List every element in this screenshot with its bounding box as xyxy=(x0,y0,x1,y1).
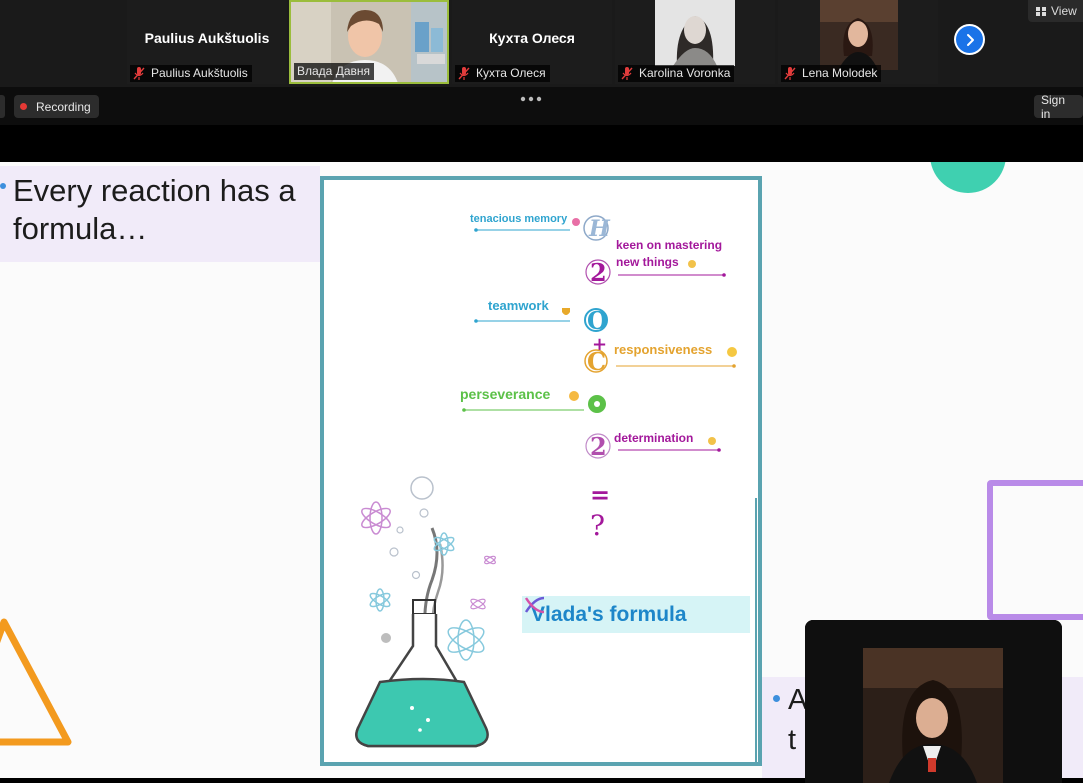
trait-responsiveness: responsiveness xyxy=(614,342,713,357)
recording-indicator[interactable]: Recording xyxy=(14,95,99,118)
grid-view-icon xyxy=(1036,6,1046,16)
participant-tile[interactable]: Кухта Олеся Кухта Олеся xyxy=(452,0,612,84)
participant-name: Кухта Олеся xyxy=(489,30,575,46)
trait-perseverance: perseverance xyxy=(460,386,551,402)
decorative-teal-circle xyxy=(930,162,1006,193)
formula-symbol-h: H xyxy=(588,216,611,242)
trait-determination: determination xyxy=(614,431,694,445)
participant-label-text: Влада Давня xyxy=(297,64,370,78)
slide-heading-box: Every reaction has a formula… xyxy=(0,166,320,262)
participant-label: Кухта Олеся xyxy=(455,65,550,82)
more-horizontal-icon[interactable] xyxy=(520,95,542,102)
participant-label: Влада Давня xyxy=(294,63,374,80)
recording-label: Recording xyxy=(36,99,91,114)
sign-in-button[interactable]: Sign in xyxy=(1034,92,1083,121)
speaker-video-feed xyxy=(805,620,1062,783)
sign-in-label: Sign in xyxy=(1041,92,1066,121)
trait-teamwork: teamwork xyxy=(488,298,549,313)
meeting-toolbar: Recording Sign in xyxy=(0,87,1083,125)
participant-label: Karolina Voronka xyxy=(618,65,735,82)
mic-muted-icon xyxy=(458,67,470,80)
participant-label: Paulius Aukštuolis xyxy=(130,65,252,82)
decorative-orange-triangle xyxy=(0,618,72,746)
participant-gallery: Paulius Aukštuolis Paulius Aukštuolis Вл… xyxy=(0,0,1083,87)
participant-label: Lena Molodek xyxy=(781,65,882,82)
mic-muted-icon xyxy=(784,67,796,80)
trait-tenacious-memory: tenacious memory xyxy=(470,213,568,225)
toolbar-edge-control[interactable] xyxy=(0,95,5,118)
participant-label-text: Karolina Voronka xyxy=(639,66,731,80)
poster-title: Vlada's formula xyxy=(522,596,750,633)
formula-symbol-2b: 2 xyxy=(590,432,607,461)
view-button[interactable]: View xyxy=(1028,0,1083,22)
participant-label-text: Paulius Aukštuolis xyxy=(151,66,248,80)
formula-symbol-equals: = xyxy=(590,480,610,509)
active-speaker-video[interactable] xyxy=(805,620,1062,783)
formula-symbol-o: O xyxy=(587,306,608,335)
bullet-icon xyxy=(773,695,780,702)
formula-symbol-question: ? xyxy=(590,509,605,542)
mic-muted-icon xyxy=(133,67,145,80)
participant-tile[interactable]: Paulius Aukštuolis Paulius Aukštuolis xyxy=(127,0,287,84)
chevron-right-icon xyxy=(966,33,974,46)
formula-symbol-2: 2 xyxy=(590,258,607,287)
formula-symbol-c: C xyxy=(587,347,606,376)
participant-tile-active-speaker[interactable]: Влада Давня xyxy=(289,0,449,84)
zoom-meeting-window: Paulius Aukštuolis Paulius Aukštuolis Вл… xyxy=(0,0,1083,783)
participant-label-text: Кухта Олеся xyxy=(476,66,546,80)
view-button-label: View xyxy=(1051,4,1077,18)
screen-share-top-gap xyxy=(0,125,1083,162)
participant-tile[interactable]: Lena Molodek xyxy=(778,0,938,84)
decorative-purple-frame xyxy=(987,480,1083,620)
trait-keen-on-mastering: keen on mastering new things xyxy=(616,238,723,269)
poster-title-text: Vlada's formula xyxy=(531,602,687,626)
formula-poster: H 2 O + C 2 = ? tenacious memory keen on… xyxy=(320,176,762,766)
gallery-next-button[interactable] xyxy=(954,24,985,55)
flask-illustration xyxy=(355,476,496,748)
mic-muted-icon xyxy=(621,67,633,80)
recording-dot-icon xyxy=(20,103,27,110)
bullet-icon xyxy=(0,183,6,189)
slide-heading: Every reaction has a formula… xyxy=(13,173,296,246)
dna-icon xyxy=(524,596,545,614)
participant-label-text: Lena Molodek xyxy=(802,66,878,80)
participant-name: Paulius Aukštuolis xyxy=(144,30,270,46)
participant-tile[interactable]: Karolina Voronka xyxy=(615,0,775,84)
